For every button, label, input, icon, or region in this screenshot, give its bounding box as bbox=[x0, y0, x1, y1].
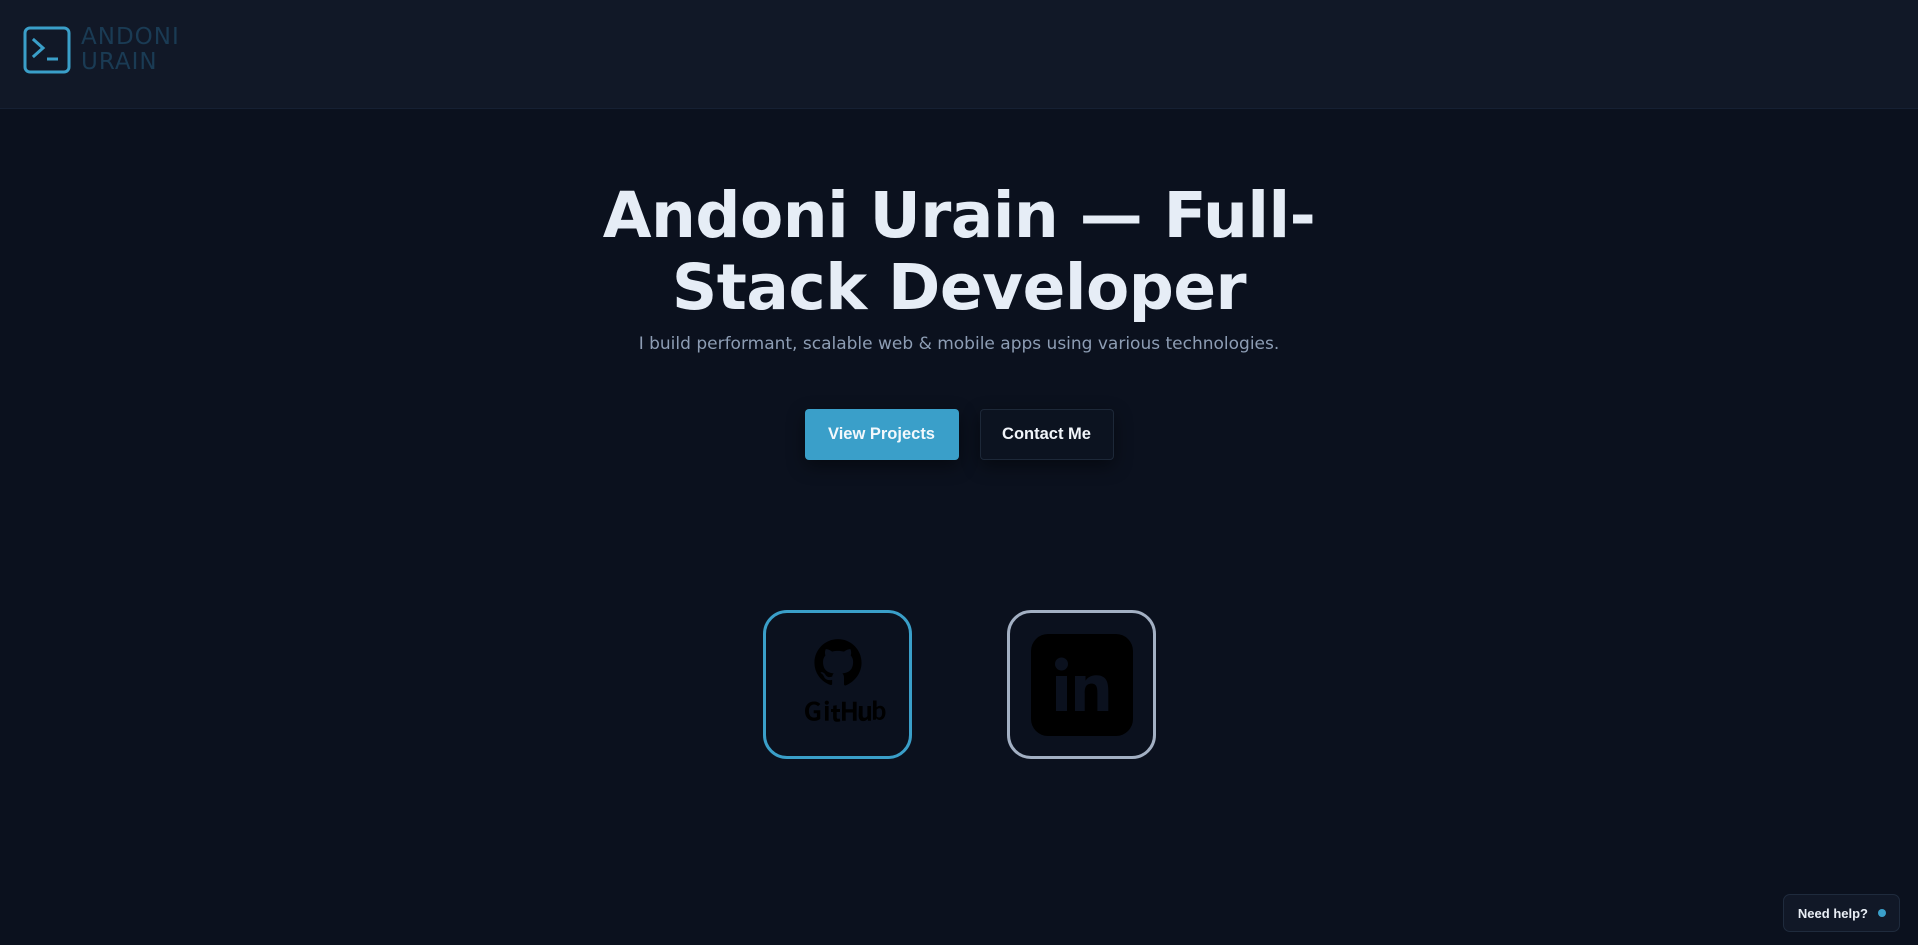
hero-title: Andoni Urain — Full-Stack Developer bbox=[602, 179, 1316, 324]
logo-wordmark: ANDONI URAIN bbox=[81, 25, 180, 75]
linkedin-link[interactable] bbox=[1007, 610, 1156, 759]
site-header: ANDONI URAIN bbox=[0, 0, 1918, 109]
social-links bbox=[763, 610, 1156, 759]
github-link[interactable] bbox=[763, 610, 912, 759]
logo-line-1: ANDONI bbox=[81, 24, 180, 50]
hero-section: Andoni Urain — Full-Stack Developer I bu… bbox=[0, 179, 1918, 355]
help-widget[interactable]: Need help? bbox=[1782, 894, 1900, 932]
status-dot-icon bbox=[1878, 909, 1886, 917]
help-label: Need help? bbox=[1797, 905, 1868, 921]
cta-buttons: View Projects Contact Me bbox=[0, 409, 1918, 460]
view-projects-button[interactable]: View Projects bbox=[804, 409, 959, 460]
github-icon bbox=[804, 638, 885, 722]
hero-subtitle: I build performant, scalable web & mobil… bbox=[638, 334, 1280, 354]
terminal-prompt-icon bbox=[23, 26, 71, 74]
linkedin-icon bbox=[1030, 633, 1133, 736]
logo-line-2: URAIN bbox=[81, 49, 158, 75]
site-logo[interactable]: ANDONI URAIN bbox=[23, 25, 180, 75]
contact-me-button[interactable]: Contact Me bbox=[979, 409, 1114, 460]
